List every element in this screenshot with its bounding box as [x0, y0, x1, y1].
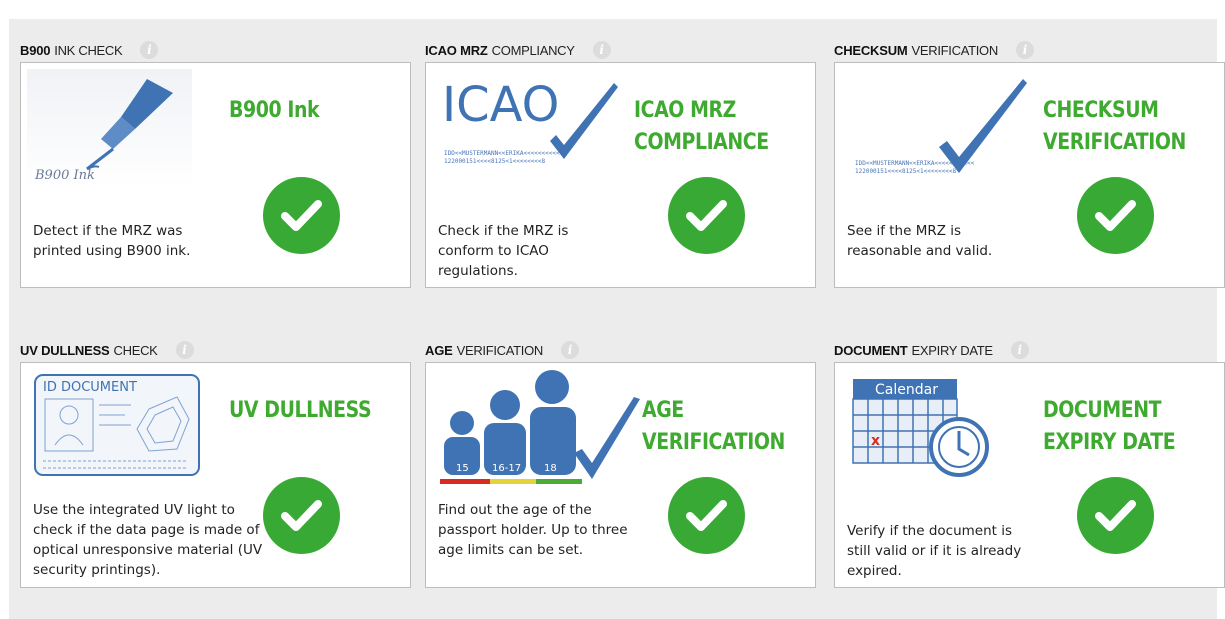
card-description: Use the integrated UV light to check if … — [33, 502, 263, 578]
card-description: Verify if the document is still valid or… — [847, 523, 1022, 579]
card-header-light: EXPIRY DATE — [911, 342, 994, 358]
info-icon[interactable]: i — [1015, 41, 1034, 59]
calendar-clock-icon: Calendar x — [852, 379, 989, 477]
card-body: ICAO IDD<<MUSTERMANN<<ERIKA<<<<<<<<<<< 1… — [425, 62, 816, 288]
card-title: ICAO MRZ COMPLIANCE — [634, 95, 769, 159]
card-header-strong: UV DULLNESS — [20, 342, 110, 358]
card-title-line: B900 Ink — [229, 98, 320, 123]
check-icon — [263, 477, 340, 554]
info-icon[interactable]: i — [592, 41, 611, 59]
check-icon — [1077, 177, 1154, 254]
age-label: 15 — [456, 463, 469, 474]
card-header-light: VERIFICATION — [456, 342, 544, 358]
card-title-line: ICAO MRZ — [634, 98, 736, 123]
card-title-line: EXPIRY DATE — [1043, 430, 1176, 455]
illustration-caption: Calendar — [875, 382, 938, 398]
card-title-line: VERIFICATION — [642, 430, 785, 455]
card-body: ID DOCUMENT UV DULLNESS Use the integrat… — [20, 362, 411, 588]
card-body: 15 16-17 18 AGE VERIFICATION Find out th… — [425, 362, 816, 588]
card-header-strong: B900 — [20, 42, 51, 58]
card-title-line: DOCUMENT — [1043, 398, 1162, 423]
card-header-light: VERIFICATION — [911, 42, 999, 58]
id-document-icon: ID DOCUMENT — [34, 374, 200, 476]
card-title-line: COMPLIANCE — [634, 130, 769, 155]
card-description: Check if the MRZ is conform to ICAO regu… — [438, 223, 569, 279]
illustration-caption: ICAO — [442, 77, 559, 133]
card-title-line: AGE — [642, 398, 684, 423]
svg-text:122000151<<<<8125<1<<<<<<<<8: 122000151<<<<8125<1<<<<<<<<8 — [855, 168, 957, 175]
illustration-caption: ID DOCUMENT — [43, 380, 137, 395]
age-label: 18 — [544, 463, 557, 474]
card-header: CHECKSUM VERIFICATION i — [834, 38, 1034, 62]
svg-text:122000151<<<<8125<1<<<<<<<<8: 122000151<<<<8125<1<<<<<<<<8 — [444, 158, 546, 165]
info-icon[interactable]: i — [140, 41, 159, 59]
card-description: Find out the age of the passport holder.… — [438, 502, 628, 558]
info-icon[interactable]: i — [561, 341, 580, 359]
svg-text:x: x — [871, 433, 880, 449]
card-body: B900 Ink B900 Ink Detect if the MRZ was … — [20, 62, 411, 288]
check-icon — [263, 177, 340, 254]
info-icon[interactable]: i — [1010, 341, 1029, 359]
card-title: CHECKSUM VERIFICATION — [1043, 95, 1186, 159]
icao-logo-icon: ICAO IDD<<MUSTERMANN<<ERIKA<<<<<<<<<<< 1… — [442, 77, 618, 165]
card-body: Calendar x DOCUMENT EXPIRY DATE Verify i… — [834, 362, 1225, 588]
illustration-caption: B900 Ink — [34, 168, 95, 183]
card-title-line: VERIFICATION — [1043, 130, 1186, 155]
check-icon — [668, 477, 745, 554]
age-group-icon: 15 16-17 18 — [440, 370, 640, 484]
card-title-line: UV DULLNESS — [229, 398, 372, 423]
card-header: UV DULLNESS CHECK i — [20, 338, 194, 362]
check-icon — [668, 177, 745, 254]
svg-text:IDD<<MUSTERMANN<<ERIKA<<<<<<<<: IDD<<MUSTERMANN<<ERIKA<<<<<<<<<<< — [444, 150, 564, 157]
card-title: AGE VERIFICATION — [642, 395, 785, 459]
card-header-light: COMPLIANCY — [491, 42, 575, 58]
card-title-line: CHECKSUM — [1043, 98, 1159, 123]
card-title: B900 Ink — [229, 95, 320, 127]
age-label: 16-17 — [492, 463, 521, 474]
card-description: Detect if the MRZ was printed using B900… — [33, 223, 191, 259]
fountain-pen-icon: B900 Ink — [27, 69, 192, 187]
card-header-strong: DOCUMENT — [834, 342, 908, 358]
card-title: DOCUMENT EXPIRY DATE — [1043, 395, 1176, 459]
card-header: DOCUMENT EXPIRY DATE i — [834, 338, 1029, 362]
card-header-strong: AGE — [425, 342, 453, 358]
card-description: See if the MRZ is reasonable and valid. — [847, 223, 993, 259]
card-header: ICAO MRZ COMPLIANCY i — [425, 38, 611, 62]
card-title: UV DULLNESS — [229, 395, 372, 427]
card-header-strong: CHECKSUM — [834, 42, 908, 58]
card-header: AGE VERIFICATION i — [425, 338, 580, 362]
card-header-light: INK CHECK — [54, 42, 123, 58]
check-icon — [1077, 477, 1154, 554]
card-header-strong: ICAO MRZ — [425, 42, 488, 58]
info-icon[interactable]: i — [175, 341, 194, 359]
card-header-light: CHECK — [113, 342, 158, 358]
card-header: B900 INK CHECK i — [20, 38, 159, 62]
mrz-checkmark-icon: IDD<<MUSTERMANN<<ERIKA<<<<<<<<<<< 122000… — [855, 79, 1027, 175]
card-body: IDD<<MUSTERMANN<<ERIKA<<<<<<<<<<< 122000… — [834, 62, 1225, 288]
